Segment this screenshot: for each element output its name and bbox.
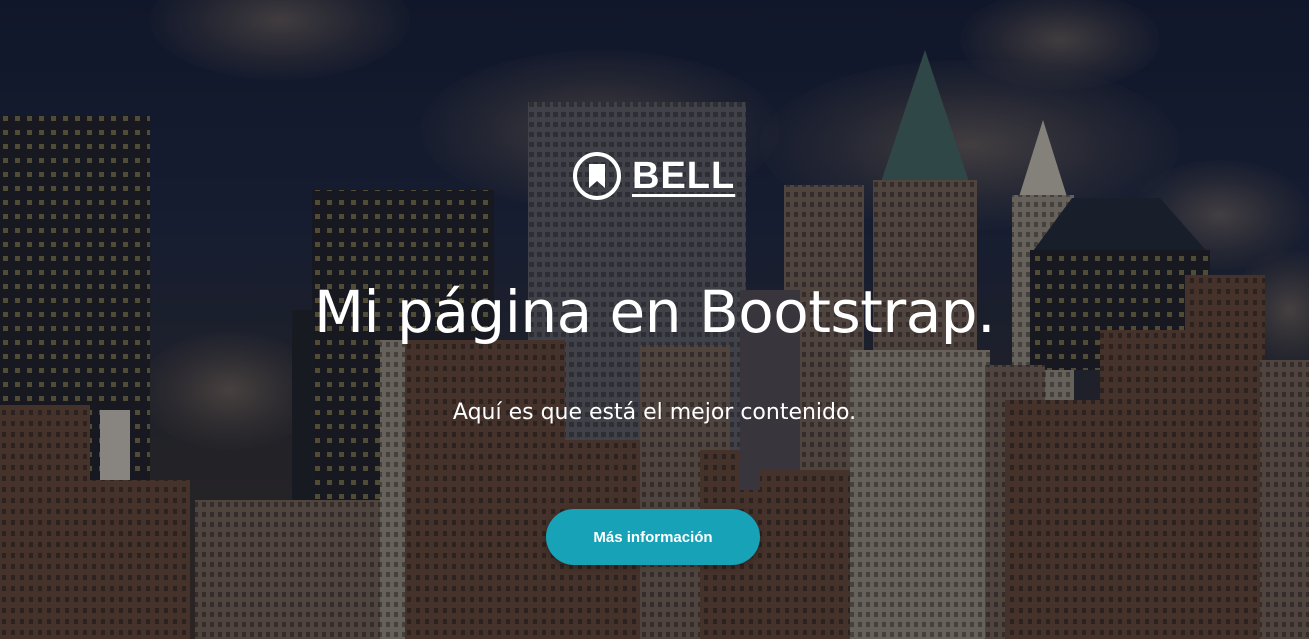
hero-subtitle: Aquí es que está el mejor contenido. [452, 400, 857, 425]
more-info-button[interactable]: Más información [546, 509, 760, 565]
hero-content: BELL Mi página en Bootstrap. Aquí es que… [0, 0, 1309, 639]
brand-name: BELL [632, 154, 736, 197]
hero-section: BELL Mi página en Bootstrap. Aquí es que… [0, 0, 1309, 639]
bookmark-circle-icon [573, 152, 621, 200]
brand-logo[interactable]: BELL [572, 150, 735, 202]
hero-title: Mi página en Bootstrap. [313, 278, 996, 346]
